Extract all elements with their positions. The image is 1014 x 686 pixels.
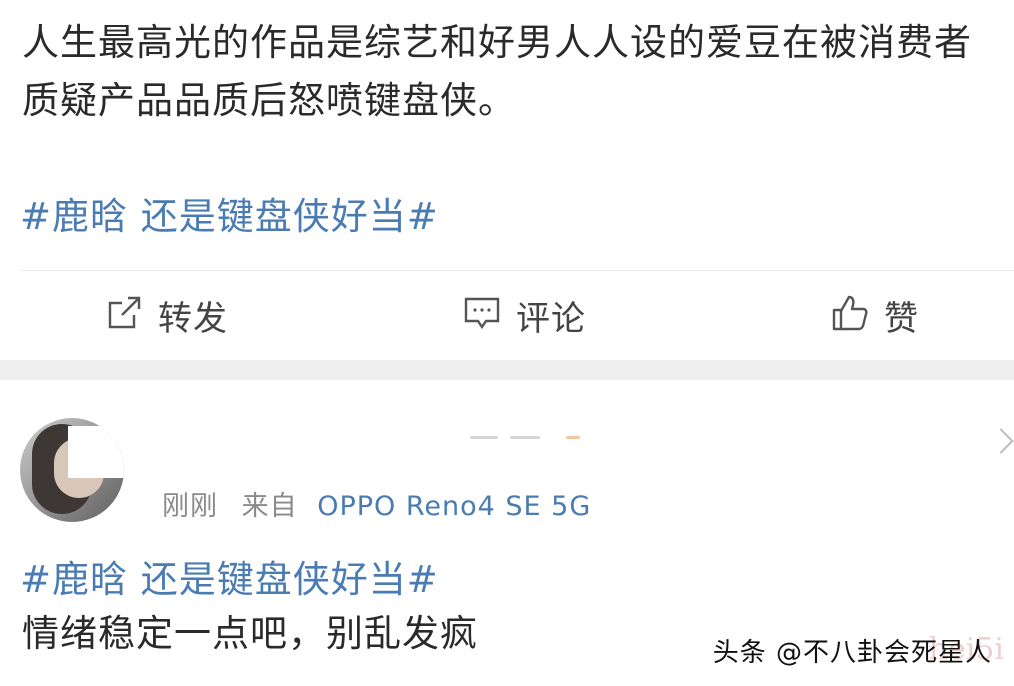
repost-button[interactable]: 转发 — [104, 280, 228, 350]
comment-icon — [462, 293, 502, 337]
post-source-device[interactable]: OPPO Reno4 SE 5G — [317, 491, 591, 522]
topic-link[interactable]: #鹿晗 还是键盘侠好当# — [20, 192, 439, 242]
weibo-post: 刚刚 来自 OPPO Reno4 SE 5G #鹿晗 还是键盘侠好当# 情绪稳定… — [0, 380, 1014, 686]
post-meta: 刚刚 来自 OPPO Reno4 SE 5G — [162, 484, 591, 523]
topic-link[interactable]: #鹿晗 还是键盘侠好当# — [20, 554, 439, 606]
chevron-down-icon[interactable] — [988, 428, 1014, 454]
post-separator — [0, 360, 1014, 380]
action-bar: 转发 评论 赞 — [0, 280, 1014, 350]
weibo-post: 人生最高光的作品是综艺和好男人人设的爱豆在被消费者质疑产品品质后怒喷键盘侠。 #… — [0, 0, 1014, 360]
like-label: 赞 — [884, 298, 919, 339]
username-obscured — [470, 430, 590, 444]
post-text: 情绪稳定一点吧，别乱发疯 — [22, 612, 478, 655]
thumbs-up-icon — [830, 293, 870, 337]
share-icon — [104, 293, 144, 337]
avatar[interactable] — [20, 418, 124, 522]
post-from: 来自 — [241, 491, 298, 522]
divider — [20, 270, 1014, 271]
comment-label: 评论 — [516, 298, 586, 339]
post-text: 人生最高光的作品是综艺和好男人人设的爱豆在被消费者质疑产品品质后怒喷键盘侠。 — [22, 21, 972, 122]
comment-button[interactable]: 评论 — [462, 280, 586, 350]
watermark: 头条 @不八卦会死星人 — [712, 638, 992, 668]
post-time: 刚刚 — [162, 491, 218, 522]
repost-label: 转发 — [158, 298, 228, 339]
like-button[interactable]: 赞 — [830, 280, 919, 350]
